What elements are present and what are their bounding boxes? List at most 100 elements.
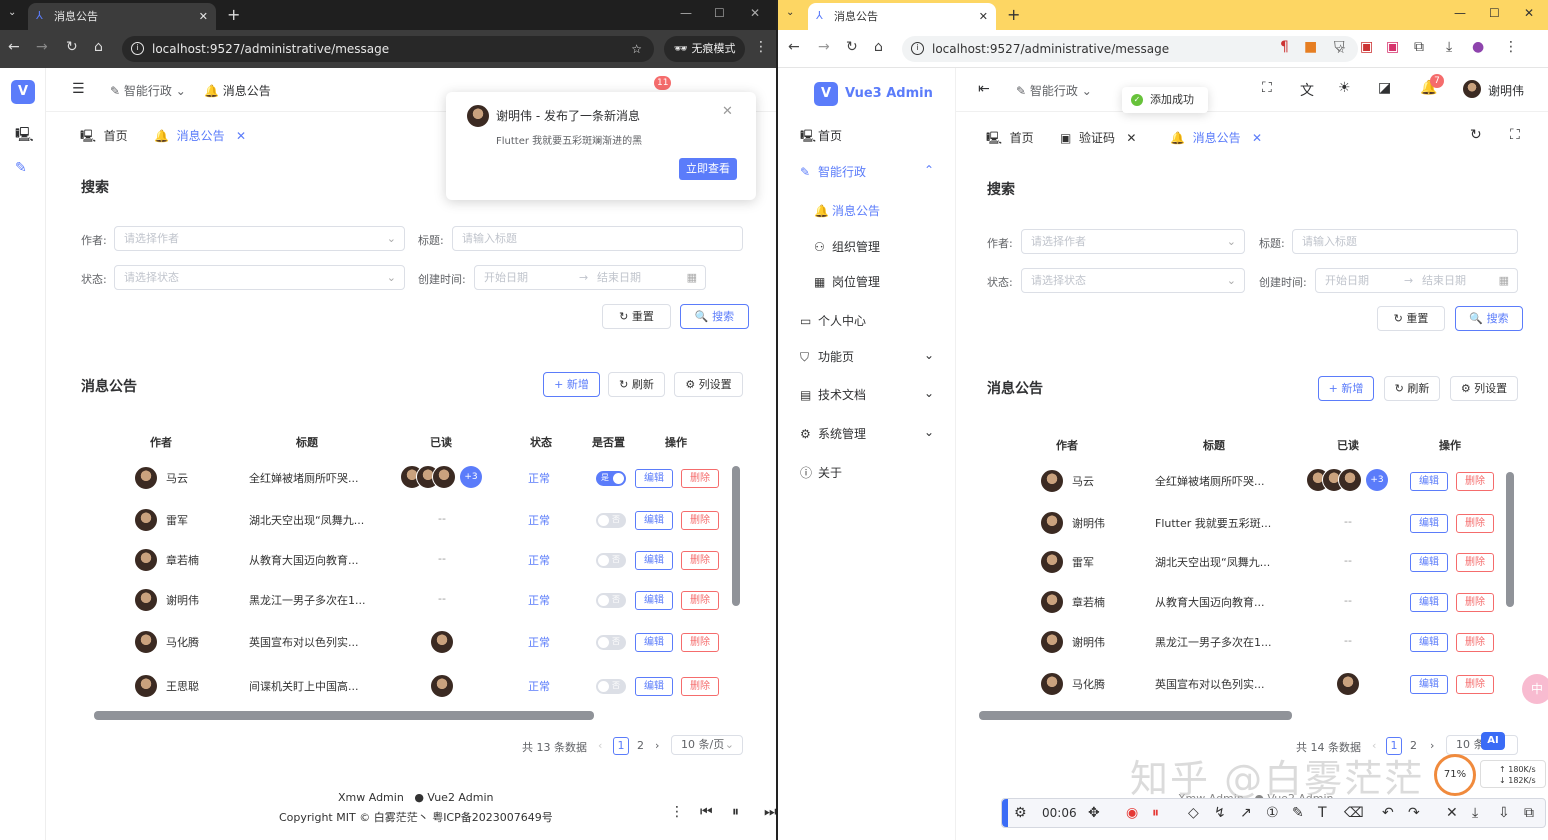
tab-search-icon[interactable]: ⌄ (786, 7, 794, 18)
close-tab-icon[interactable]: ✕ (979, 3, 988, 30)
shield-icon[interactable]: ⛉ (1334, 39, 1345, 55)
collapse-menu-icon[interactable]: ☰ (72, 81, 85, 97)
close-tab-icon[interactable]: ✕ (199, 3, 208, 30)
edit-button[interactable]: 编辑 (635, 551, 673, 570)
gear-icon[interactable]: ⚙ (1014, 805, 1027, 821)
tag-home[interactable]: 🖳 首页 (986, 129, 1034, 150)
copy-icon[interactable]: ⧉ (1524, 805, 1534, 821)
browser-tab[interactable]: ⅄ 消息公告 ✕ (28, 3, 216, 30)
sidebar-item[interactable]: 🖳 首页 (800, 127, 934, 148)
download-icon[interactable]: ⤓ (1446, 39, 1452, 55)
delete-button[interactable]: 删除 (1456, 472, 1494, 491)
vertical-scrollbar[interactable] (732, 466, 740, 606)
site-info-icon[interactable]: i (911, 42, 924, 55)
sidebar-item[interactable]: ✎ 智能行政 ⌃ (800, 163, 934, 180)
delete-button[interactable]: 删除 (681, 591, 719, 610)
minimize-icon[interactable]: — (1454, 6, 1466, 20)
delete-button[interactable]: 删除 (681, 551, 719, 570)
next-page-icon[interactable]: › (655, 739, 659, 752)
title-cell[interactable]: 湖北天空出现“凤舞九... (1155, 554, 1270, 570)
sidebar-item[interactable]: ▤ 技术文档 ⌄ (800, 386, 934, 403)
footer-link[interactable]: Xmw Admin (338, 791, 404, 804)
edit-button[interactable]: 编辑 (635, 677, 673, 696)
page-size-select[interactable]: 10 条/页 ⌄ (671, 735, 743, 755)
search-button[interactable]: 🔍 搜索 (1455, 306, 1523, 331)
delete-button[interactable]: 删除 (1456, 593, 1494, 612)
title-cell[interactable]: Flutter 我就要五彩斑... (1155, 515, 1271, 531)
pin-toggle[interactable]: 否 (596, 553, 626, 568)
pin-toggle[interactable]: 是 (596, 471, 626, 486)
pin-toggle[interactable]: 否 (596, 513, 626, 528)
new-tab-icon[interactable]: + (1007, 5, 1020, 24)
title-cell[interactable]: 从教育大国迈向教育... (249, 552, 359, 568)
author-select[interactable]: 请选择作者 ⌄ (1021, 229, 1245, 254)
date-range-picker[interactable]: 开始日期 → 结束日期 ▦ (474, 265, 706, 290)
tag-message[interactable]: 🔔 消息公告 ✕ (1170, 129, 1262, 146)
curve-icon[interactable]: ↯ (1214, 805, 1226, 821)
column-header[interactable]: 操作 (665, 434, 687, 450)
fullscreen-icon[interactable]: ⛶ (1510, 127, 1520, 143)
edit-button[interactable]: 编辑 (635, 591, 673, 610)
column-settings-button[interactable]: ⚙ 列设置 (674, 372, 743, 397)
delete-button[interactable]: 删除 (1456, 514, 1494, 533)
delete-button[interactable]: 删除 (1456, 675, 1494, 694)
refresh-button[interactable]: ↻ 刷新 (608, 372, 665, 397)
title-cell[interactable]: 黑龙江一男子多次在1... (249, 592, 366, 608)
edit-button[interactable]: 编辑 (1410, 472, 1448, 491)
app-logo[interactable]: V (814, 82, 838, 106)
fullscreen-icon[interactable]: ⛶ (1262, 80, 1272, 96)
pause-icon[interactable]: ⏸ (732, 804, 739, 820)
column-header[interactable]: 标题 (1203, 437, 1225, 453)
maximize-icon[interactable]: ☐ (714, 6, 725, 20)
title-input[interactable]: 请输入标题 (452, 226, 743, 251)
title-cell[interactable]: 全红婵被堵厕所吓哭... (1155, 473, 1265, 489)
collapse-menu-icon[interactable]: ⇤ (978, 81, 990, 97)
refresh-button[interactable]: ↻ 刷新 (1384, 376, 1440, 401)
reset-button[interactable]: ↻ 重置 (602, 304, 671, 329)
view-now-button[interactable]: 立即查看 (679, 158, 737, 180)
stop-record-icon[interactable]: ◉ (1126, 805, 1138, 821)
export-icon[interactable]: ⇩ (1498, 805, 1510, 821)
footer-link[interactable]: Vue2 Admin (427, 791, 493, 804)
browser-tab[interactable]: ⅄ 消息公告 ✕ (808, 3, 996, 30)
home-icon[interactable]: ⌂ (94, 39, 103, 55)
status-select[interactable]: 请选择状态 ⌄ (1021, 268, 1245, 293)
new-tab-icon[interactable]: + (227, 5, 240, 24)
extension-icon[interactable]: ¶ (1280, 39, 1289, 55)
column-header[interactable]: 操作 (1439, 437, 1461, 453)
undo-icon[interactable]: ↶ (1382, 805, 1394, 821)
home-icon[interactable]: ⌂ (874, 39, 883, 55)
horizontal-scrollbar[interactable] (979, 711, 1292, 720)
menu-icon[interactable]: ⋮ (1504, 39, 1518, 55)
title-input[interactable]: 请输入标题 (1292, 229, 1518, 254)
more-readers-badge[interactable]: +3 (460, 466, 482, 488)
shapes-icon[interactable]: ◇ (1188, 805, 1199, 821)
download-icon[interactable]: ⤓ (1472, 805, 1478, 821)
pen-icon[interactable]: ✎ (1292, 805, 1304, 821)
extension-icon[interactable]: ▣ (1386, 39, 1399, 55)
tag-message[interactable]: 🔔 消息公告 ✕ (154, 127, 246, 144)
title-cell[interactable]: 湖北天空出现“凤舞九... (249, 512, 364, 528)
title-cell[interactable]: 间谍机关盯上中国高... (249, 678, 359, 694)
column-settings-button[interactable]: ⚙ 列设置 (1450, 376, 1518, 401)
reset-button[interactable]: ↻ 重置 (1377, 306, 1445, 331)
forward-icon[interactable]: → (36, 39, 48, 55)
reload-icon[interactable]: ↻ (66, 39, 78, 55)
sun-icon[interactable]: ☀ (1338, 80, 1351, 96)
column-header[interactable]: 作者 (150, 434, 172, 450)
column-header[interactable]: 已读 (1337, 437, 1359, 453)
delete-button[interactable]: 删除 (681, 677, 719, 696)
address-bar[interactable]: i localhost:9527/administrative/message … (122, 36, 654, 62)
maximize-icon[interactable]: ☐ (1489, 6, 1500, 20)
close-icon[interactable]: ✕ (722, 104, 733, 119)
edit-button[interactable]: 编辑 (635, 633, 673, 652)
author-select[interactable]: 请选择作者 ⌄ (114, 226, 405, 251)
column-header[interactable]: 是否置 (592, 434, 625, 450)
text-icon[interactable]: T (1318, 805, 1327, 821)
edit-button[interactable]: 编辑 (635, 511, 673, 530)
back-icon[interactable]: ← (788, 39, 800, 55)
recorder-handle[interactable] (1002, 799, 1008, 827)
skip-back-icon[interactable]: ⏮ (700, 804, 713, 820)
chat-bubble-icon[interactable]: 中 (1522, 674, 1548, 704)
edit-button[interactable]: 编辑 (1410, 593, 1448, 612)
